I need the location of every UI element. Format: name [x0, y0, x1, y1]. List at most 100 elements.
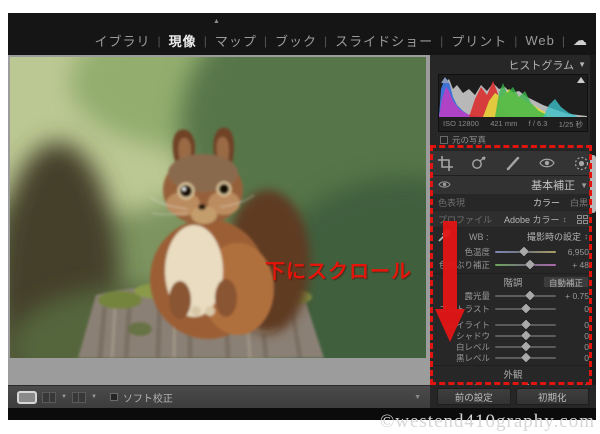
menu-separator: |: [514, 34, 518, 48]
slider-shadows: シャドウ 0: [430, 330, 596, 341]
slider-blacks: 黒レベル 0: [430, 352, 596, 363]
wb-value[interactable]: 撮影時の設定: [527, 230, 581, 243]
loupe-view-button[interactable]: [17, 391, 37, 404]
auto-tone-button[interactable]: 自動補正: [543, 276, 589, 288]
reset-button[interactable]: 初期化: [516, 388, 590, 405]
profile-browser-icon[interactable]: [577, 215, 588, 224]
temp-slider-track[interactable]: [495, 251, 556, 253]
slider-thumb[interactable]: [521, 330, 531, 340]
shadows-slider-track[interactable]: [495, 335, 556, 337]
soft-proof-label: ソフト校正: [123, 390, 173, 405]
scrollbar-thumb[interactable]: [590, 155, 596, 213]
tint-slider-track[interactable]: [495, 264, 556, 266]
presence-section-header: 外観: [430, 365, 596, 381]
squirrel-scene: [10, 57, 426, 358]
chevron-down-icon: ▼: [578, 60, 586, 69]
slider-tint: 色かぶり補正 + 48: [430, 258, 596, 271]
slider-thumb[interactable]: [521, 341, 531, 351]
presence-label: 外観: [503, 367, 522, 381]
module-slideshow[interactable]: スライドショー: [335, 31, 433, 50]
slider-thumb[interactable]: [525, 290, 535, 300]
module-print[interactable]: プリント: [451, 31, 507, 50]
profile-row: プロファイル Adobe カラー ↕: [430, 210, 596, 228]
panel-switch-eye-icon[interactable]: [438, 180, 451, 191]
slider-contrast: コントラスト 0: [430, 302, 596, 315]
slider-temp: 色温度 6,950: [430, 245, 596, 258]
updown-icon[interactable]: ↕: [584, 232, 588, 241]
compare-view-button[interactable]: [72, 392, 86, 403]
brush-icon[interactable]: [504, 154, 522, 172]
cloud-sync-icon[interactable]: ☁: [573, 32, 588, 49]
exif-info-row: ISO 12800 421 mm f / 6.3 1/25 秒: [439, 119, 587, 130]
content-area: ヒストグラム ▼ ISO 12800 421 m: [8, 55, 596, 385]
previous-settings-button[interactable]: 前の設定: [437, 388, 511, 405]
view-toolbar: ▼ ▼ ソフト校正 ▼: [8, 385, 430, 408]
original-photo-label: 元の写真: [452, 134, 486, 146]
chevron-down-icon: ▼: [580, 181, 588, 190]
whites-slider-track[interactable]: [495, 346, 556, 348]
eyedropper-icon[interactable]: [438, 229, 451, 244]
photo-squirrel: [10, 57, 426, 358]
menu-separator: |: [158, 34, 162, 48]
histogram-graph: [439, 75, 587, 117]
tool-strip: [430, 150, 596, 176]
watermark-text: ©westend410graphy.com: [380, 411, 595, 433]
module-menu: イブラリ | 現像 | マップ | ブック | スライドショー | プリント |…: [95, 31, 588, 50]
chevron-down-icon[interactable]: ▼: [414, 394, 421, 401]
slider-thumb[interactable]: [519, 246, 529, 256]
menu-separator: |: [324, 34, 328, 48]
slider-whites: 白レベル 0: [430, 341, 596, 352]
chevron-down-icon[interactable]: ▼: [61, 394, 67, 400]
tone-section-header: 階調 自動補正: [430, 273, 596, 289]
basic-panel-title: 基本補正: [531, 177, 575, 193]
slider-highlights: ハイライト 0: [430, 319, 596, 330]
module-picker-bar: ▲ イブラリ | 現像 | マップ | ブック | スライドショー | プリント…: [8, 13, 596, 55]
highlight-clipping-icon[interactable]: [577, 77, 585, 83]
contrast-slider-track[interactable]: [495, 308, 556, 310]
module-develop[interactable]: 現像: [169, 31, 197, 50]
treatment-bw-option[interactable]: 白黒: [570, 196, 588, 209]
module-library[interactable]: イブラリ: [95, 31, 151, 50]
before-after-view-button[interactable]: [42, 392, 56, 403]
treatment-color-option[interactable]: カラー: [533, 196, 560, 209]
panel-scrollbar[interactable]: [590, 55, 596, 385]
masking-icon[interactable]: [572, 154, 590, 172]
updown-icon[interactable]: ↕: [563, 215, 567, 224]
soft-proof-checkbox[interactable]: [110, 393, 118, 401]
slider-thumb[interactable]: [521, 303, 531, 313]
soft-proof-control: ソフト校正: [110, 390, 173, 405]
original-photo-row: 元の写真: [430, 132, 596, 147]
original-photo-checkbox[interactable]: [440, 136, 448, 144]
panel-footer: 前の設定 初期化: [430, 385, 596, 408]
profile-label: プロファイル: [438, 213, 492, 226]
highlights-slider-track[interactable]: [495, 324, 556, 326]
basic-panel-header[interactable]: 基本補正 ▼: [430, 176, 596, 194]
chevron-down-icon[interactable]: ▼: [91, 394, 97, 400]
wb-label: WB :: [469, 232, 489, 242]
slider-thumb[interactable]: [525, 259, 535, 269]
module-book[interactable]: ブック: [275, 31, 317, 50]
annotation-scroll-text: 下にスクロール: [265, 255, 412, 284]
heal-icon[interactable]: [470, 154, 488, 172]
module-web[interactable]: Web: [525, 33, 555, 48]
menu-separator: |: [264, 34, 268, 48]
collapse-panel-arrow-icon[interactable]: ▲: [213, 18, 220, 25]
photo-viewer-area: [8, 55, 430, 385]
histogram-panel[interactable]: ISO 12800 421 mm f / 6.3 1/25 秒: [438, 74, 588, 132]
focal-length-value: 421 mm: [490, 119, 517, 130]
shutter-value: 1/25 秒: [559, 119, 583, 130]
module-map[interactable]: マップ: [215, 31, 257, 50]
shadow-clipping-icon[interactable]: [441, 77, 449, 83]
profile-value[interactable]: Adobe カラー: [504, 213, 560, 226]
red-eye-icon[interactable]: [538, 154, 556, 172]
menu-separator: |: [204, 34, 208, 48]
exposure-slider-track[interactable]: [495, 295, 556, 297]
tone-label: 階調: [503, 275, 522, 289]
crop-icon[interactable]: [436, 154, 454, 172]
blacks-slider-track[interactable]: [495, 357, 556, 359]
histogram-header[interactable]: ヒストグラム ▼: [430, 55, 596, 74]
lightroom-window: ▲ イブラリ | 現像 | マップ | ブック | スライドショー | プリント…: [8, 13, 596, 420]
slider-thumb[interactable]: [521, 352, 531, 362]
slider-exposure: 露光量 + 0.75: [430, 289, 596, 302]
slider-thumb[interactable]: [521, 319, 531, 329]
